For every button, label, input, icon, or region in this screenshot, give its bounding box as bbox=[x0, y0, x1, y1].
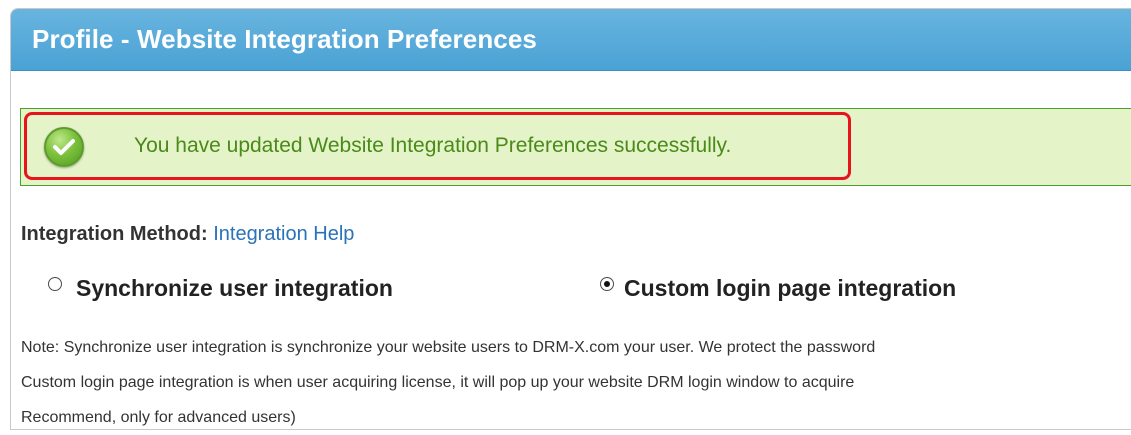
option-synchronize-user[interactable]: Synchronize user integration bbox=[48, 275, 393, 302]
preferences-panel: Profile - Website Integration Preference… bbox=[10, 8, 1131, 430]
success-message: You have updated Website Integration Pre… bbox=[134, 134, 732, 157]
integration-help-link[interactable]: Integration Help bbox=[213, 223, 354, 245]
panel-header: Profile - Website Integration Preference… bbox=[11, 9, 1131, 71]
note-line-3: Recommend, only for advanced users) bbox=[21, 409, 296, 426]
note-line-1: Note: Synchronize user integration is sy… bbox=[21, 339, 876, 356]
custom-login-radio[interactable] bbox=[600, 276, 614, 291]
success-alert: You have updated Website Integration Pre… bbox=[20, 108, 1131, 186]
checkmark-icon bbox=[44, 127, 84, 167]
integration-method-label: Integration Method: bbox=[21, 223, 208, 245]
integration-method-row: Integration Method: Integration Help bbox=[21, 223, 354, 246]
note-line-2: Custom login page integration is when us… bbox=[21, 374, 855, 391]
synchronize-radio[interactable] bbox=[48, 276, 62, 291]
page-title: Profile - Website Integration Preference… bbox=[32, 24, 537, 54]
custom-login-label: Custom login page integration bbox=[624, 275, 957, 301]
synchronize-label: Synchronize user integration bbox=[76, 275, 393, 301]
option-custom-login[interactable]: Custom login page integration bbox=[600, 275, 956, 302]
